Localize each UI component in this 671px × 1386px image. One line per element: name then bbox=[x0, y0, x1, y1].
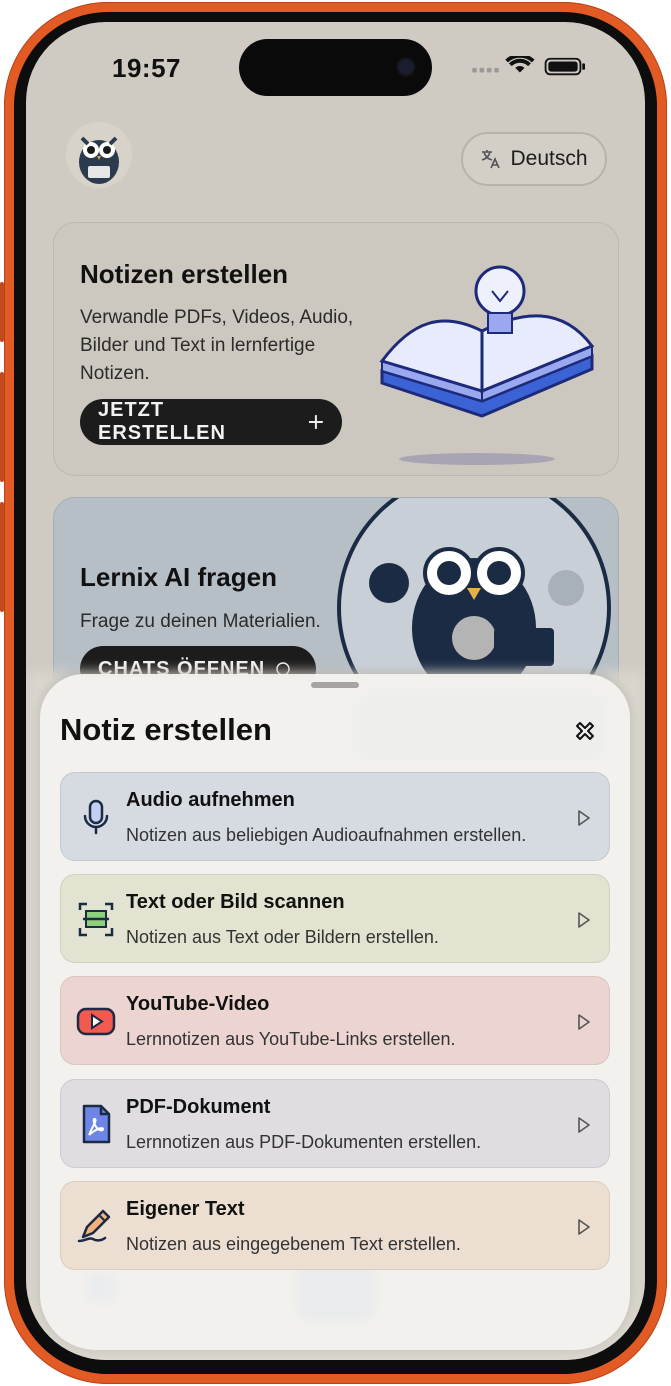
sheet-grabber[interactable] bbox=[311, 682, 359, 688]
camera-icon bbox=[398, 59, 414, 75]
option-youtube[interactable]: YouTube-Video Lernnotizen aus YouTube-Li… bbox=[60, 976, 610, 1065]
microphone-icon bbox=[83, 799, 109, 835]
pdf-icon bbox=[82, 1104, 111, 1144]
sparkle-icon bbox=[309, 415, 324, 429]
play-arrow-icon bbox=[578, 1219, 590, 1235]
screen: 19:57 Deutsch Notizen erstellen Verwandl… bbox=[26, 22, 645, 1360]
language-label: Deutsch bbox=[510, 147, 588, 170]
language-button[interactable]: Deutsch bbox=[461, 132, 607, 186]
option-scan[interactable]: Text oder Bild scannen Notizen aus Text … bbox=[60, 874, 610, 963]
play-arrow-icon bbox=[578, 912, 590, 928]
translate-icon bbox=[482, 150, 501, 169]
option-title: PDF-Dokument bbox=[126, 1096, 271, 1118]
create-notes-card[interactable]: Notizen erstellen Verwandle PDFs, Videos… bbox=[53, 222, 619, 476]
option-title: Audio aufnehmen bbox=[126, 789, 295, 811]
option-subtitle: Notizen aus eingegebenem Text erstellen. bbox=[126, 1234, 461, 1254]
ask-card-title: Lernix AI fragen bbox=[80, 562, 277, 592]
side-button bbox=[0, 372, 4, 482]
pen-edit-icon bbox=[77, 1209, 111, 1243]
side-button bbox=[0, 282, 4, 342]
close-icon[interactable] bbox=[572, 718, 598, 744]
dynamic-island bbox=[239, 39, 432, 96]
youtube-icon bbox=[76, 1007, 116, 1036]
play-arrow-icon bbox=[578, 810, 590, 826]
status-icons bbox=[472, 56, 585, 76]
scan-icon bbox=[78, 902, 114, 937]
option-subtitle: Lernnotizen aus PDF-Dokumenten erstellen… bbox=[126, 1132, 482, 1152]
sheet-title: Notiz erstellen bbox=[60, 712, 272, 747]
play-arrow-icon bbox=[578, 1014, 590, 1030]
wifi-icon bbox=[505, 56, 535, 73]
create-card-title: Notizen erstellen bbox=[80, 259, 289, 289]
option-title: Text oder Bild scannen bbox=[126, 891, 345, 913]
option-pdf[interactable]: PDF-Dokument Lernnotizen aus PDF-Dokumen… bbox=[60, 1079, 610, 1168]
option-own-text[interactable]: Eigener Text Notizen aus eingegebenem Te… bbox=[60, 1181, 610, 1270]
option-subtitle: Lernnotizen aus YouTube-Links erstellen. bbox=[126, 1029, 456, 1049]
status-time: 19:57 bbox=[112, 53, 181, 83]
side-button bbox=[0, 502, 4, 612]
owl-avatar[interactable] bbox=[66, 122, 132, 188]
create-card-text: Verwandle PDFs, Videos, Audio, Bilder un… bbox=[80, 307, 354, 384]
battery-icon bbox=[544, 57, 585, 76]
option-subtitle: Notizen aus Text oder Bildern erstellen. bbox=[126, 927, 439, 947]
create-note-sheet: Notiz erstellen Audio aufnehmen Notizen … bbox=[40, 674, 630, 1350]
create-now-button[interactable]: JETZT ERSTELLEN bbox=[80, 399, 342, 445]
option-subtitle: Notizen aus beliebigen Audioaufnahmen er… bbox=[126, 825, 527, 845]
play-arrow-icon bbox=[578, 1117, 590, 1133]
option-title: YouTube-Video bbox=[126, 993, 270, 1015]
signal-icon bbox=[472, 67, 499, 73]
book-lightbulb-illustration bbox=[379, 265, 595, 465]
option-audio[interactable]: Audio aufnehmen Notizen aus beliebigen A… bbox=[60, 772, 610, 861]
option-title: Eigener Text bbox=[126, 1198, 245, 1220]
create-now-label: JETZT ERSTELLEN bbox=[98, 399, 226, 444]
